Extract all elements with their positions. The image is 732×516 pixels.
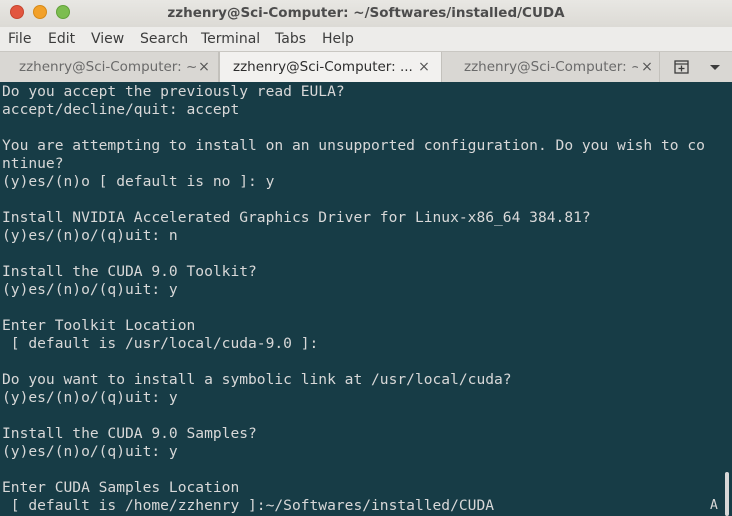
close-tab-2-icon[interactable]: × [416,52,432,82]
terminal-line: Install the CUDA 9.0 Samples? [2,425,257,442]
close-tab-1-icon[interactable]: × [196,52,212,82]
chevron-down-icon [710,65,720,70]
tab-3-label: zzhenry@Sci-Computer: ~ [464,59,638,75]
terminal-line: Enter CUDA Samples Location [2,479,240,496]
tab-2-label: zzhenry@Sci-Computer: ... [233,59,413,75]
terminal-line: [ default is /home/zzhenry ]:~/Softwares… [2,497,495,514]
menu-bar: File Edit View Search Terminal Tabs Help [0,27,732,51]
tab-bar: zzhenry@Sci-Computer: ~ × zzhenry@Sci-Co… [0,51,732,82]
menu-edit[interactable]: Edit [48,27,75,51]
close-tab-3-icon[interactable]: × [639,52,655,82]
terminal-line: (y)es/(n)o/(q)uit: y [2,443,178,460]
title-bar: zzhenry@Sci-Computer: ~/Softwares/instal… [0,0,732,28]
menu-view[interactable]: View [91,27,124,51]
terminal-line: Install the CUDA 9.0 Toolkit? [2,263,257,280]
menu-search[interactable]: Search [140,27,188,51]
new-tab-icon [674,60,689,74]
terminal-line: You are attempting to install on an unsu… [2,137,705,154]
tab-3[interactable]: zzhenry@Sci-Computer: ~ × [442,52,660,82]
terminal-line: [ default is /usr/local/cuda-9.0 ]: [2,335,319,352]
menu-file[interactable]: File [8,27,31,51]
new-tab-button[interactable] [668,56,694,78]
terminal-line: (y)es/(n)o/(q)uit: y [2,389,178,406]
terminal-line: Do you accept the previously read EULA? [2,83,345,100]
terminal-line: accept/decline/quit: accept [2,101,240,118]
window-title: zzhenry@Sci-Computer: ~/Softwares/instal… [167,5,565,21]
tab-menu-button[interactable] [704,56,726,78]
terminal-line: (y)es/(n)o/(q)uit: n [2,227,178,244]
terminal-window: zzhenry@Sci-Computer: ~/Softwares/instal… [0,0,732,516]
menu-help[interactable]: Help [322,27,354,51]
terminal-corner-indicator: A [710,498,718,513]
tab-1[interactable]: zzhenry@Sci-Computer: ~ × [0,52,219,82]
tab-1-label: zzhenry@Sci-Computer: ~ [19,59,197,75]
terminal-line: Do you want to install a symbolic link a… [2,371,512,388]
terminal-line: ntinue? [2,155,64,172]
tab-2[interactable]: zzhenry@Sci-Computer: ... × [219,52,442,82]
menu-tabs[interactable]: Tabs [275,27,306,51]
terminal-output[interactable]: Do you accept the previously read EULA? … [0,82,732,516]
terminal-line: Install NVIDIA Accelerated Graphics Driv… [2,209,591,226]
terminal-line: (y)es/(n)o [ default is no ]: y [2,173,275,190]
terminal-line: (y)es/(n)o/(q)uit: y [2,281,178,298]
terminal-line: Enter Toolkit Location [2,317,196,334]
menu-terminal[interactable]: Terminal [201,27,260,51]
scrollbar-thumb[interactable] [725,472,729,516]
